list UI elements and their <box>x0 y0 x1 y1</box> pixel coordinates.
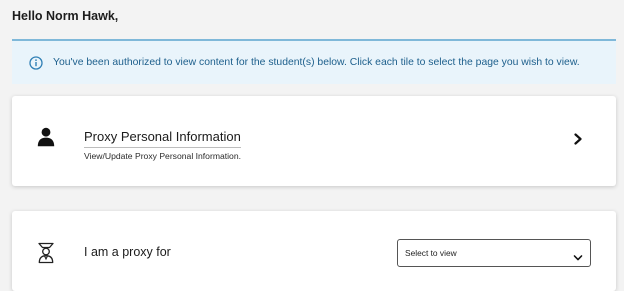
select-selected-value: Select to view <box>405 248 457 258</box>
proxy-for-label: I am a proxy for <box>84 245 171 259</box>
student-select-dropdown[interactable]: Select to view <box>397 239 591 267</box>
proxy-personal-information-title[interactable]: Proxy Personal Information <box>84 129 241 148</box>
student-icon <box>37 242 55 264</box>
authorization-info-banner: You've been authorized to view content f… <box>12 39 616 84</box>
proxy-personal-information-tile[interactable]: Proxy Personal Information View/Update P… <box>12 96 616 186</box>
proxy-personal-information-subtitle: View/Update Proxy Personal Information. <box>84 151 241 161</box>
greeting-heading: Hello Norm Hawk, <box>12 9 119 23</box>
person-icon <box>37 127 55 147</box>
chevron-right-icon[interactable] <box>573 132 583 145</box>
info-banner-text: You've been authorized to view content f… <box>53 57 580 68</box>
chevron-down-icon <box>573 249 583 261</box>
info-icon <box>29 55 43 70</box>
proxy-for-tile: I am a proxy for Select to view <box>12 211 616 291</box>
